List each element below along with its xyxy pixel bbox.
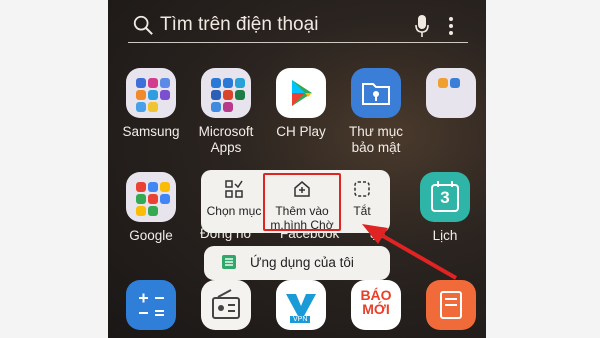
calendar-icon: 3 <box>420 172 470 222</box>
app-label-microsoft: Microsoft Apps <box>198 124 254 155</box>
app-label-chplay: CH Play <box>276 124 326 139</box>
radio-icon <box>201 280 251 330</box>
search-placeholder: Tìm trên điện thoại <box>160 14 319 35</box>
app-samsung-folder[interactable]: Samsung <box>113 68 189 140</box>
disable-icon <box>354 181 370 197</box>
app-label-google: Google <box>129 228 173 243</box>
highlight-box <box>263 173 341 231</box>
app-radio[interactable] <box>188 280 264 330</box>
app-secure-folder[interactable]: Thư mục bảo mật <box>338 68 414 156</box>
google-play-icon <box>276 68 326 118</box>
menu-label-select: Chọn mục <box>206 204 262 218</box>
menu-item-select[interactable]: Chọn mục <box>203 170 265 233</box>
microphone-icon[interactable] <box>414 14 430 38</box>
more-options-icon[interactable] <box>448 16 454 36</box>
folder-icon <box>426 68 476 118</box>
red-arrow <box>362 224 457 280</box>
menu-label-my-apps: Ứng dụng của tôi <box>250 255 354 270</box>
app-calculator[interactable] <box>113 280 189 330</box>
microsoft-folder-icon <box>201 68 251 118</box>
app-vpn[interactable]: VPN <box>263 280 339 330</box>
app-label-secure-folder: Thư mục bảo mật <box>348 124 404 155</box>
app-microsoft-folder[interactable]: Microsoft Apps <box>188 68 264 156</box>
select-items-icon <box>225 180 243 198</box>
samsung-folder-icon <box>126 68 176 118</box>
vpn-label: VPN <box>290 316 311 323</box>
app-label-samsung: Samsung <box>122 124 180 139</box>
app-google-folder[interactable]: Google <box>113 172 189 244</box>
right-margin <box>486 0 600 338</box>
search-bar[interactable]: Tìm trên điện thoại <box>128 10 468 43</box>
app-list-icon <box>222 255 236 269</box>
calculator-icon <box>126 280 176 330</box>
secure-folder-icon <box>351 68 401 118</box>
menu-label-off: Tắt <box>353 204 371 218</box>
app-ch-play[interactable]: CH Play <box>263 68 339 140</box>
calendar-day: 3 <box>440 188 450 207</box>
phone-screen: Tìm trên điện thoại Samsung Microsoft Ap… <box>108 0 486 338</box>
vpn-icon: VPN <box>276 280 326 330</box>
app-folder-4[interactable] <box>413 68 486 118</box>
google-folder-icon <box>126 172 176 222</box>
search-icon <box>133 15 153 35</box>
left-margin <box>0 0 108 338</box>
